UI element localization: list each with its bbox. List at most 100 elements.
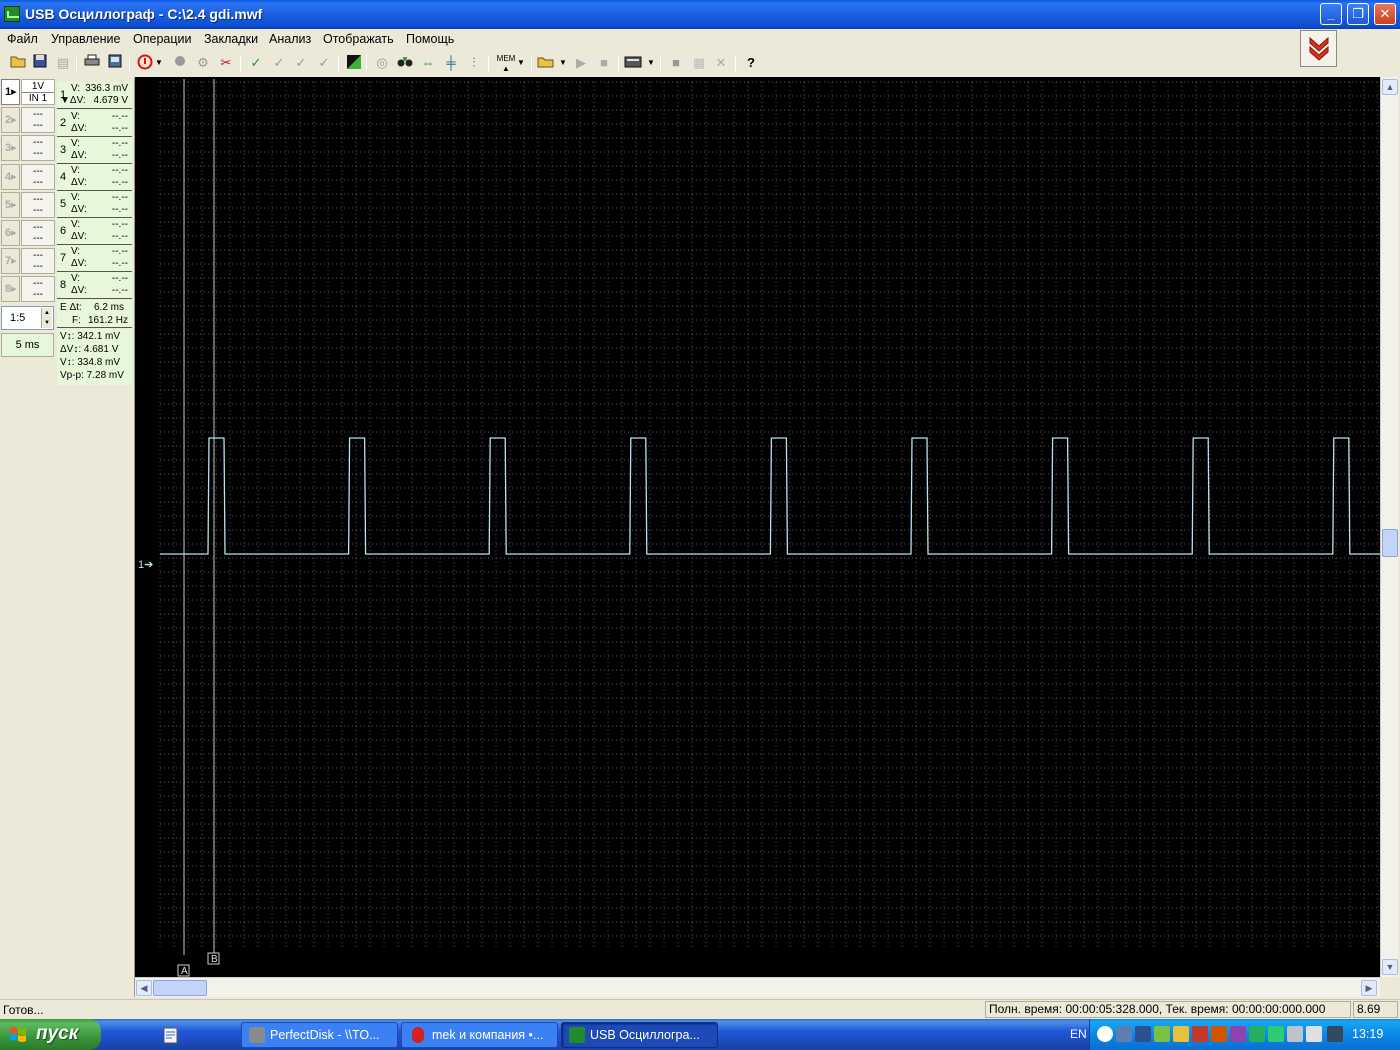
task-opera[interactable]: mek и компания •... <box>401 1022 558 1048</box>
mem-dropdown-icon[interactable]: ▼ <box>516 54 526 72</box>
check-double-icon[interactable]: ✓ <box>292 54 310 72</box>
channel-7-button[interactable]: 7▸ <box>1 248 20 274</box>
abc-next-icon[interactable]: ▶ <box>572 54 590 72</box>
check-plus-icon[interactable]: ✓ <box>315 54 333 72</box>
zoom-select[interactable]: 1:5 ▲ ▼ <box>1 306 54 330</box>
tray-tool-icon[interactable] <box>1230 1026 1246 1042</box>
vertical-cursors-icon[interactable]: ╪ <box>442 54 460 72</box>
horizontal-scrollbar[interactable]: ◀ ▶ <box>135 977 1380 997</box>
channel-1-input: IN 1 <box>22 92 54 104</box>
vertical-scrollbar[interactable]: ▲ ▼ <box>1380 77 1398 977</box>
channel-1-button[interactable]: 1▸ <box>1 79 20 105</box>
channel-5-button[interactable]: 5▸ <box>1 192 20 218</box>
menu-display[interactable]: Отображать <box>323 32 394 46</box>
tray-app-icon[interactable] <box>1211 1026 1227 1042</box>
abc-stop-icon[interactable]: ■ <box>595 54 613 72</box>
clear-icon[interactable]: ✕ <box>712 54 730 72</box>
time-per-division[interactable]: 5 ms <box>1 333 54 357</box>
check-v-icon[interactable]: ✓ <box>270 54 288 72</box>
stop-dropdown-icon[interactable]: ▼ <box>154 54 164 72</box>
delta-voltage-value: --.-- <box>111 204 128 215</box>
tools-icon[interactable]: ✂ <box>217 54 235 72</box>
channel-4-button[interactable]: 4▸ <box>1 164 20 190</box>
voltage-value: --.-- <box>111 138 128 149</box>
print-preview-icon[interactable] <box>106 54 124 72</box>
trigger-icon[interactable]: ⚙ <box>194 54 212 72</box>
tray-network-icon[interactable] <box>1116 1026 1132 1042</box>
scroll-up-icon[interactable]: ▲ <box>1382 79 1398 95</box>
channel-6-button[interactable]: 6▸ <box>1 220 20 246</box>
tray-monitor-icon[interactable] <box>1327 1026 1343 1042</box>
fullscreen-icon[interactable]: ■ <box>667 54 685 72</box>
open-abc-icon[interactable] <box>537 54 555 72</box>
abc-settings-dropdown-icon[interactable]: ▼ <box>646 54 656 72</box>
binoculars-icon[interactable] <box>396 54 414 72</box>
channel-8-button[interactable]: 8▸ <box>1 276 20 302</box>
task-perfectdisk[interactable]: PerfectDisk - \\TO... <box>241 1022 398 1048</box>
export-icon[interactable]: ▤ <box>54 54 72 72</box>
help-icon[interactable]: ? <box>742 54 760 72</box>
channel-2-button[interactable]: 2▸ <box>1 107 20 133</box>
channel-2-gain[interactable]: --- --- <box>21 107 55 133</box>
language-indicator[interactable]: EN <box>1070 1027 1087 1041</box>
tray-usb-icon[interactable] <box>1154 1026 1170 1042</box>
menu-control[interactable]: Управление <box>51 32 121 46</box>
task-usb-oscilloscope[interactable]: USB Осциллогра... <box>561 1022 718 1048</box>
menu-operations[interactable]: Операции <box>133 32 191 46</box>
app-icon[interactable] <box>4 6 20 22</box>
channel-7-gain[interactable]: --- --- <box>21 248 55 274</box>
title-bar[interactable]: USB Осциллограф - C:\2.4 gdi.mwf _ ❐ ✕ <box>0 0 1400 29</box>
contrast-icon[interactable] <box>345 54 363 72</box>
print-icon[interactable] <box>83 54 101 72</box>
tray-phone-icon[interactable] <box>1306 1026 1322 1042</box>
tray-expand-icon[interactable] <box>1097 1026 1113 1042</box>
open-folder-icon[interactable] <box>9 54 27 72</box>
oscilloscope-display[interactable]: A B 1➔ <box>135 77 1380 977</box>
cursor-b-label: B <box>211 954 218 965</box>
scroll-left-icon[interactable]: ◀ <box>136 980 152 996</box>
check-icon[interactable]: ✓ <box>247 54 265 72</box>
waveform-plot[interactable]: A B 1➔ <box>135 77 1380 977</box>
quick-launch-notepad-icon[interactable] <box>160 1025 182 1045</box>
zoom-spinner[interactable]: ▲ ▼ <box>41 308 52 328</box>
channel-5-gain[interactable]: --- --- <box>21 192 55 218</box>
tray-warning-icon[interactable] <box>1173 1026 1189 1042</box>
channel-8-gain[interactable]: --- --- <box>21 276 55 302</box>
start-button[interactable]: пуск <box>0 1019 101 1050</box>
tray-shield-icon[interactable] <box>1287 1026 1303 1042</box>
save-icon[interactable] <box>31 54 49 72</box>
stop-icon[interactable] <box>136 54 154 72</box>
bookmarks-expand-button[interactable] <box>1300 30 1337 67</box>
minimize-button[interactable]: _ <box>1320 3 1342 25</box>
channel-3-gain[interactable]: --- --- <box>21 135 55 161</box>
tray-display-icon[interactable] <box>1135 1026 1151 1042</box>
grid-icon[interactable]: ▦ <box>690 54 708 72</box>
horizontal-cursors-icon[interactable]: ⫶ <box>465 54 483 72</box>
maximize-button[interactable]: ❐ <box>1347 3 1369 25</box>
scroll-down-icon[interactable]: ▼ <box>1382 959 1398 975</box>
readout-channel-number: 3 <box>60 144 67 156</box>
horizontal-scroll-thumb[interactable] <box>153 980 207 996</box>
tray-flag-icon[interactable] <box>1192 1026 1208 1042</box>
menu-bookmarks[interactable]: Закладки <box>204 32 258 46</box>
close-button[interactable]: ✕ <box>1374 3 1396 25</box>
arrow-right-left-icon[interactable]: ⇔ <box>419 54 437 72</box>
channel-4-gain[interactable]: --- --- <box>21 164 55 190</box>
menu-analysis[interactable]: Анализ <box>269 32 311 46</box>
tray-refresh-icon[interactable] <box>1268 1026 1284 1042</box>
channel-1-gain[interactable]: 1V IN 1 <box>21 79 55 105</box>
record-icon[interactable] <box>171 54 189 72</box>
readout-channel-number: 8 <box>60 279 67 291</box>
open-abc-dropdown-icon[interactable]: ▼ <box>558 54 568 72</box>
mem-icon[interactable]: MEM ▲ <box>494 54 518 73</box>
tray-green-icon[interactable] <box>1249 1026 1265 1042</box>
menu-file[interactable]: Файл <box>7 32 38 46</box>
channel-3-button[interactable]: 3▸ <box>1 135 20 161</box>
scroll-right-icon[interactable]: ▶ <box>1361 980 1377 996</box>
abc-settings-icon[interactable] <box>624 54 642 72</box>
channel-6-gain[interactable]: --- --- <box>21 220 55 246</box>
menu-help[interactable]: Помощь <box>406 32 454 46</box>
vertical-scroll-thumb[interactable] <box>1382 529 1398 557</box>
zoom-icon[interactable]: ◎ <box>373 54 391 72</box>
frequency-value: 161.2 Hz <box>87 315 128 326</box>
